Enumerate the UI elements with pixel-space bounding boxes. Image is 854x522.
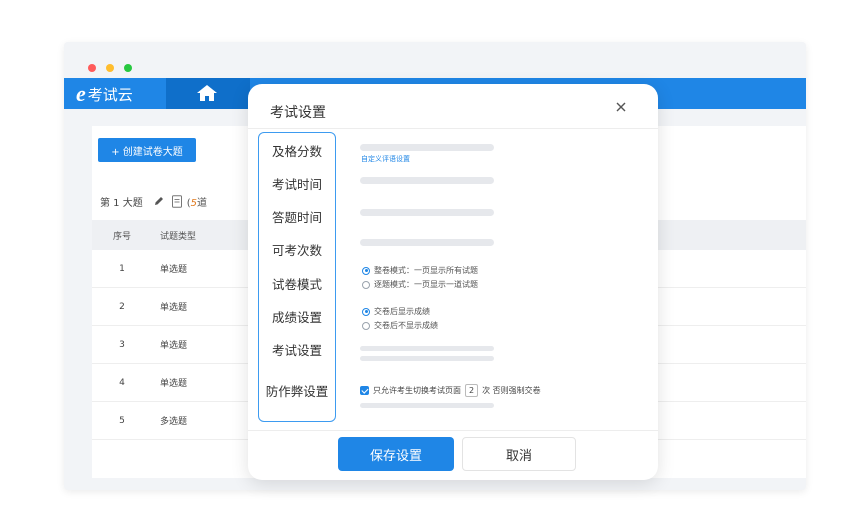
paper-mode-single[interactable]: 逐题模式：一页显示一道试题 [362, 279, 478, 290]
radio-selected-icon [362, 266, 370, 275]
score-show-after-submit[interactable]: 交卷后显示成绩 [362, 306, 430, 317]
nav-item-exam-settings[interactable]: 考试设置 [259, 340, 335, 359]
attempts-placeholder [360, 239, 494, 246]
close-icon[interactable] [614, 100, 628, 114]
anti-cheat-prefix: 只允许考生切换考试页面 [373, 386, 461, 395]
paper-mode-single-label: 逐题模式：一页显示一道试题 [374, 280, 478, 289]
exam-settings-modal: 考试设置 及格分数 考试时间 答题时间 可考次数 试卷模式 成绩设置 考试设置 … [248, 84, 658, 480]
nav-item-paper-mode[interactable]: 试卷模式 [259, 274, 335, 293]
nav-item-pass-score[interactable]: 及格分数 [259, 141, 335, 160]
score-show-label: 交卷后显示成绩 [374, 307, 430, 316]
pass-score-placeholder [360, 144, 494, 151]
modal-title: 考试设置 [270, 105, 326, 121]
nav-item-exam-time[interactable]: 考试时间 [259, 174, 335, 193]
nav-item-score-settings[interactable]: 成绩设置 [259, 307, 335, 326]
radio-selected-icon [362, 307, 370, 316]
nav-item-attempts[interactable]: 可考次数 [259, 240, 335, 259]
cancel-button[interactable]: 取消 [462, 437, 576, 471]
anti-cheat-option[interactable]: 只允许考生切换考试页面 2 次 否则强制交卷 [360, 384, 541, 397]
checkbox-checked-icon[interactable] [360, 386, 369, 395]
score-hide-label: 交卷后不显示成绩 [374, 321, 438, 330]
anti-cheat-placeholder [360, 403, 494, 408]
exam-time-placeholder [360, 177, 494, 184]
switch-count-input[interactable]: 2 [465, 384, 479, 397]
settings-nav: 及格分数 考试时间 答题时间 可考次数 试卷模式 成绩设置 考试设置 防作弊设置 [258, 132, 336, 422]
answer-time-placeholder [360, 209, 494, 216]
exam-settings-placeholder-1 [360, 346, 494, 351]
radio-unselected-icon [362, 321, 370, 330]
nav-item-anti-cheat[interactable]: 防作弊设置 [259, 381, 335, 400]
modal-header-divider [248, 128, 658, 129]
score-hide-after-submit[interactable]: 交卷后不显示成绩 [362, 320, 438, 331]
exam-settings-placeholder-2 [360, 356, 494, 361]
radio-unselected-icon [362, 280, 370, 289]
paper-mode-whole[interactable]: 整卷模式：一页显示所有试题 [362, 265, 478, 276]
nav-item-answer-time[interactable]: 答题时间 [259, 207, 335, 226]
custom-comment-link[interactable]: 自定义评语设置 [361, 154, 410, 164]
paper-mode-whole-label: 整卷模式：一页显示所有试题 [374, 266, 478, 275]
anti-cheat-suffix: 次 否则强制交卷 [482, 386, 541, 395]
save-settings-button[interactable]: 保存设置 [338, 437, 454, 471]
modal-overlay: 考试设置 及格分数 考试时间 答题时间 可考次数 试卷模式 成绩设置 考试设置 … [0, 0, 854, 522]
modal-footer-divider [248, 430, 658, 431]
